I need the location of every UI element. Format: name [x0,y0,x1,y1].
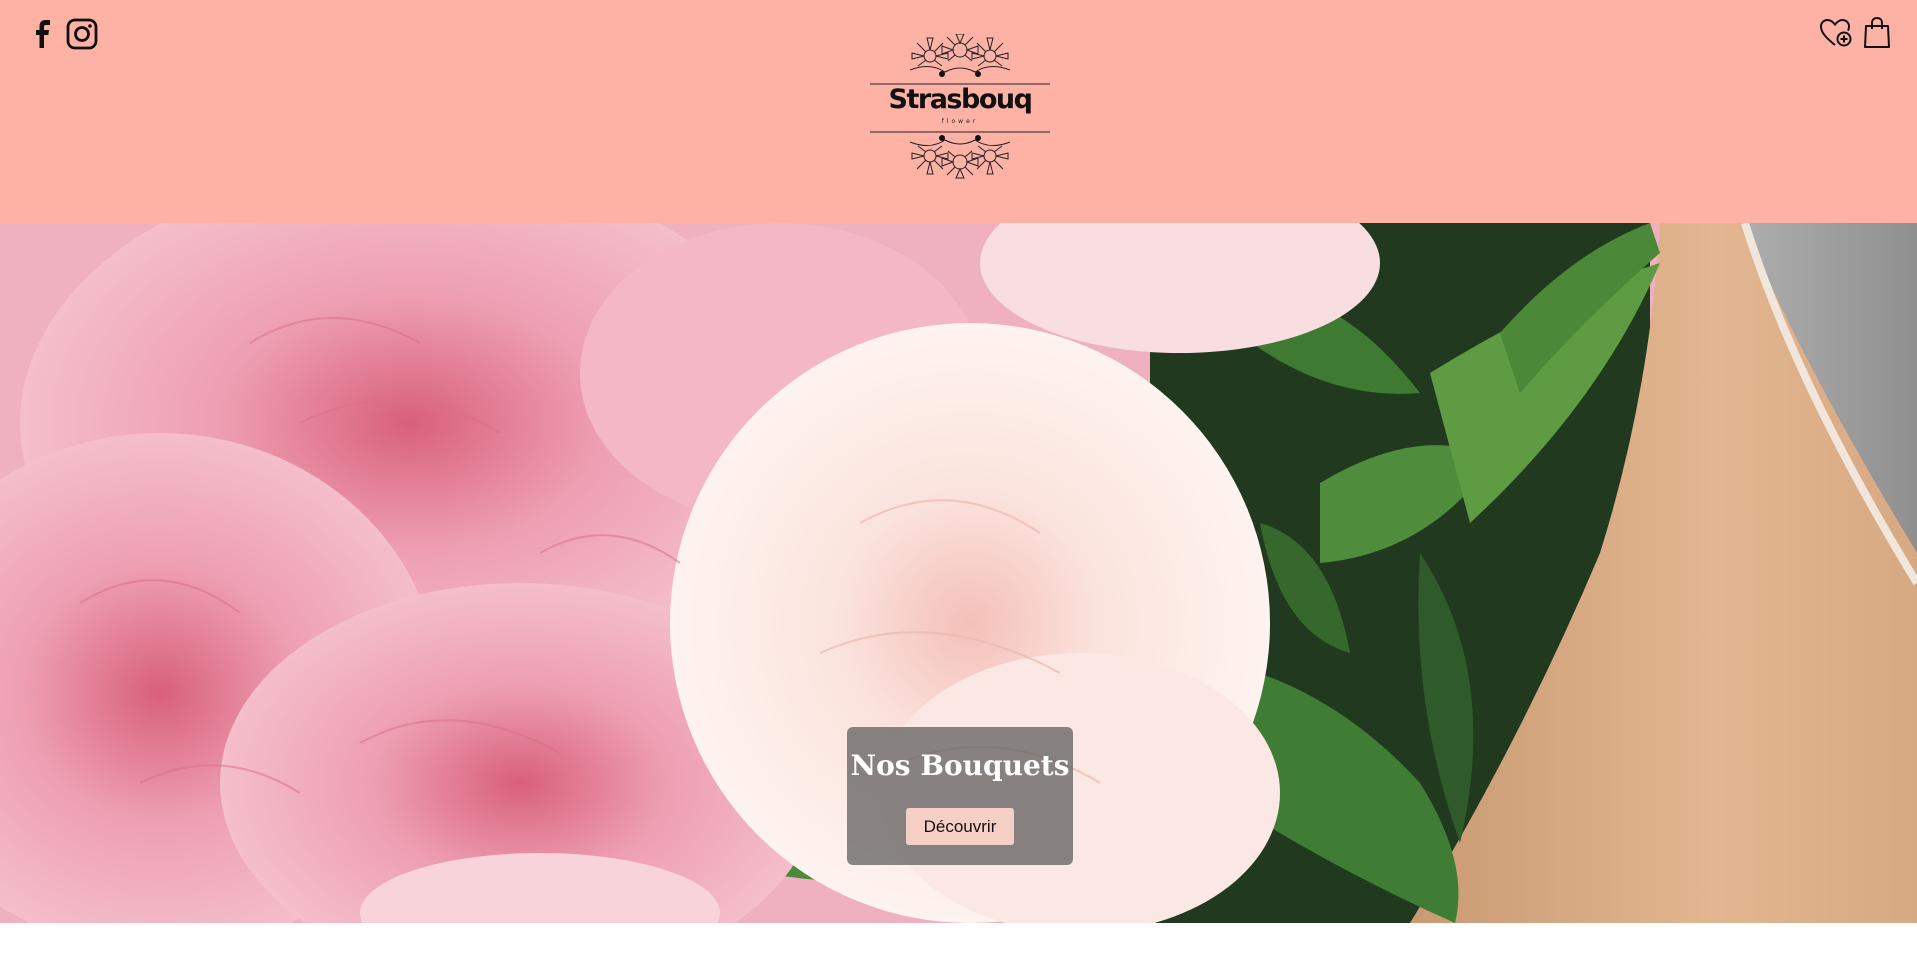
facebook-icon [36,20,50,48]
header-actions [1819,16,1891,55]
hero-title: Nos Bouquets [850,749,1070,782]
shopping-bag-icon [1864,16,1890,48]
instagram-link[interactable] [66,18,98,55]
brand-tagline: flower [941,118,979,125]
instagram-icon [66,18,98,50]
brand-logo[interactable]: Strasbouq flower [870,34,1050,182]
site-header: Strasbouq flower [0,0,1917,223]
social-links [34,18,98,55]
wishlist-button[interactable] [1819,17,1853,54]
facebook-link[interactable] [34,20,52,53]
hero-cta-box: Nos Bouquets Découvrir [847,727,1073,865]
cart-button[interactable] [1863,16,1891,55]
hero-banner: Nos Bouquets Découvrir [0,223,1917,923]
discover-button[interactable]: Découvrir [906,808,1014,845]
brand-name: Strasbouq [888,84,1033,115]
wishlist-heart-icon [1819,18,1852,47]
